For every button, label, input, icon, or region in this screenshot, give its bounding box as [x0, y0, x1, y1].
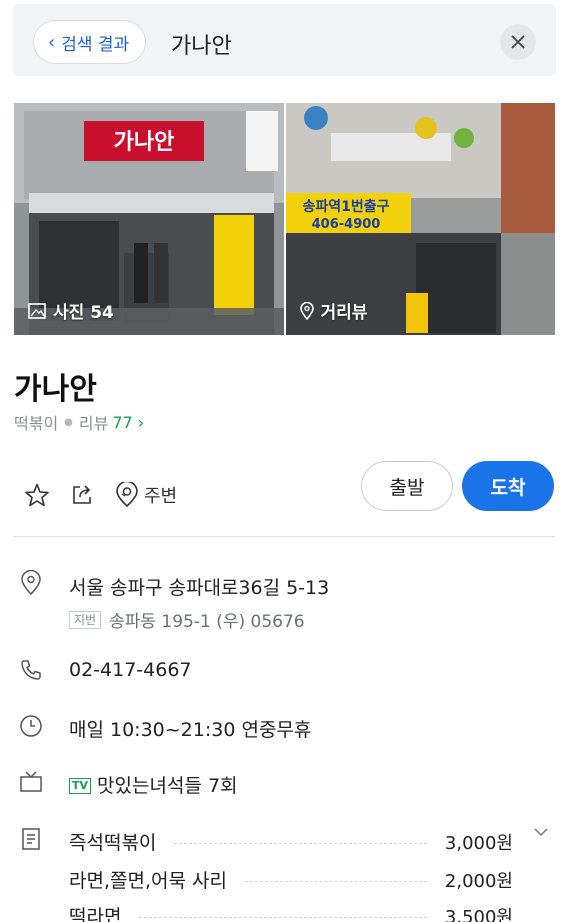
- chevron-left-icon: ‹: [48, 31, 56, 53]
- menu-item-name: 라면,쫄면,어묵 사리: [69, 870, 227, 892]
- phone-icon: [18, 657, 44, 683]
- photo-gallery: 가나안 사진 54 송파역1번출구 406-4900 거리뷰: [14, 103, 555, 335]
- location-pin-icon: [299, 301, 314, 320]
- tv-appearance[interactable]: TV 맛있는녀석들 7회: [69, 771, 238, 798]
- nearby-label: 주변: [144, 486, 178, 507]
- street-view-text: 거리뷰: [320, 303, 368, 323]
- street-sign-phone: 406-4900: [311, 217, 380, 232]
- tv-icon: [18, 769, 44, 795]
- business-hours: 매일 10:30~21:30 연중무휴: [69, 719, 312, 741]
- section-divider: [14, 536, 555, 537]
- street-view-photo[interactable]: 송파역1번출구 406-4900 거리뷰: [285, 103, 555, 335]
- menu-item-price: 2,000원: [444, 870, 513, 892]
- separator-dot: ●: [64, 416, 73, 428]
- menu-item: 라면,쫄면,어묵 사리 2,000원: [69, 866, 513, 893]
- jibun-address: 지번 송파동 195-1 (우) 05676: [69, 607, 305, 632]
- search-query-text[interactable]: 가나안: [171, 28, 232, 60]
- location-icon: [18, 570, 44, 596]
- menu-item-price: 3,000원: [444, 832, 513, 854]
- dotted-leader: [174, 843, 427, 844]
- address-text[interactable]: 서울 송파구 송파대로36길 5-13: [69, 573, 329, 600]
- menu-item-name: 즉석떡볶이: [69, 832, 157, 854]
- street-view-label: 거리뷰: [299, 298, 368, 323]
- shop-sign-text: 가나안: [114, 130, 175, 155]
- tv-show-text: 맛있는녀석들 7회: [97, 775, 238, 797]
- action-icons: 주변: [24, 482, 177, 508]
- menu-item-price: 3,500원: [444, 906, 513, 922]
- place-title: 가나안: [14, 372, 97, 407]
- jibun-tag: 지번: [69, 610, 102, 629]
- share-icon[interactable]: [70, 483, 94, 507]
- phone-number[interactable]: 02-417-4667: [69, 659, 192, 681]
- menu-item-name: 떡라면: [69, 906, 122, 922]
- store-photo[interactable]: 가나안 사진 54: [14, 103, 284, 335]
- menu-item: 즉석떡볶이 3,000원: [69, 828, 513, 855]
- photo-count-text: 사진 54: [53, 303, 114, 323]
- back-button-label: 검색 결과: [61, 34, 130, 55]
- arrive-button[interactable]: 도착: [462, 461, 554, 511]
- expand-menu-button[interactable]: [534, 822, 548, 841]
- dotted-leader: [139, 917, 427, 918]
- tv-tag: TV: [69, 778, 92, 794]
- nearby-button[interactable]: 주변: [114, 482, 177, 508]
- review-count-link[interactable]: 77 ›: [112, 413, 144, 432]
- back-to-results-button[interactable]: ‹ 검색 결과: [33, 20, 147, 64]
- review-label[interactable]: 리뷰: [79, 410, 108, 434]
- place-meta: 떡볶이 ● 리뷰 77 ›: [14, 410, 144, 434]
- street-sign-text: 송파역1번출구: [302, 198, 389, 215]
- dotted-leader: [244, 881, 427, 882]
- clock-icon: [18, 713, 44, 739]
- chevron-down-icon: [534, 828, 548, 837]
- photo-count-label: 사진 54: [28, 298, 114, 323]
- jibun-address-text: 송파동 195-1 (우) 05676: [109, 612, 305, 632]
- image-icon: [28, 302, 46, 319]
- place-category: 떡볶이: [14, 414, 59, 433]
- depart-button[interactable]: 출발: [361, 461, 453, 511]
- search-bar: ‹ 검색 결과 가나안: [13, 4, 556, 76]
- menu-item: 떡라면 3,500원: [69, 902, 513, 922]
- close-icon: [511, 35, 525, 49]
- nearby-pin-icon: [116, 482, 138, 508]
- clear-search-button[interactable]: [500, 24, 536, 60]
- menu-icon: [18, 826, 44, 852]
- star-icon[interactable]: [24, 482, 50, 508]
